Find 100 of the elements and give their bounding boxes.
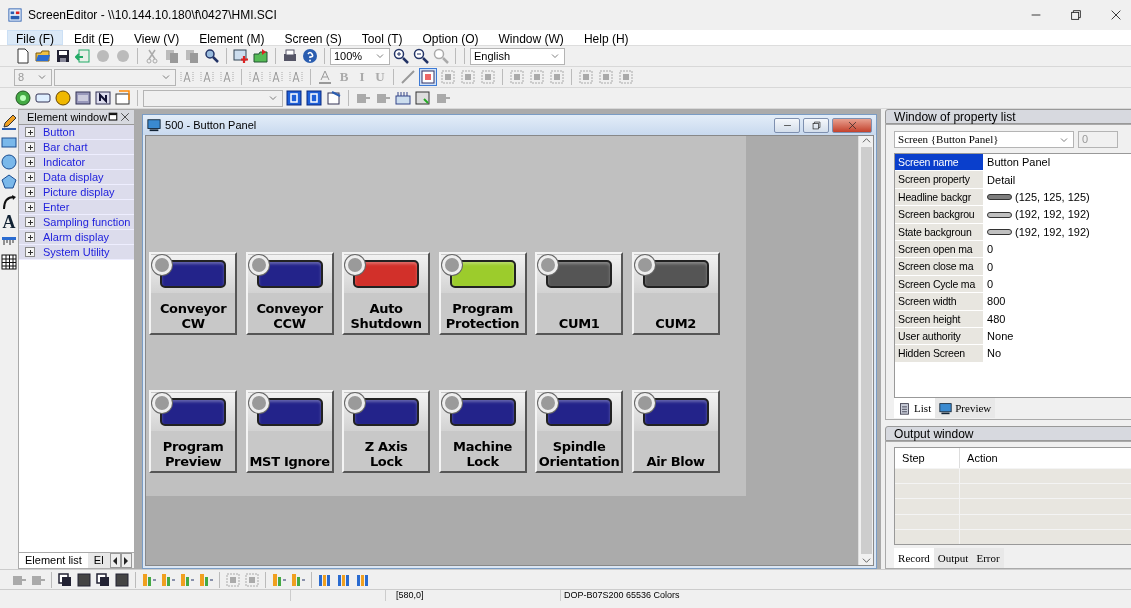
- n-box-icon[interactable]: [95, 90, 111, 106]
- distribute-icon[interactable]: [179, 571, 195, 588]
- zoom-out-icon[interactable]: [413, 48, 429, 64]
- menu-item[interactable]: File (F): [7, 30, 63, 45]
- left-arrow-icon[interactable]: [112, 556, 119, 565]
- tab[interactable]: Preview: [935, 398, 996, 418]
- hmi-button[interactable]: Program Protection: [438, 252, 527, 335]
- property-name[interactable]: Hidden Screen: [895, 345, 984, 363]
- scroll-down-icon[interactable]: [861, 556, 871, 565]
- window-icon[interactable]: [415, 90, 431, 106]
- hmi-button[interactable]: Program Preview: [149, 390, 238, 473]
- expand-icon[interactable]: [25, 202, 35, 212]
- add-screen-icon[interactable]: [233, 48, 249, 64]
- hmi-button[interactable]: Z Axis Lock: [342, 390, 431, 473]
- tree-item[interactable]: Sampling function: [19, 215, 135, 230]
- new-document-icon[interactable]: [15, 48, 31, 64]
- scroll-up-icon[interactable]: [861, 136, 871, 145]
- bit-icon[interactable]: [306, 90, 322, 106]
- layer-icon[interactable]: [57, 571, 73, 588]
- menu-item[interactable]: Screen (S): [275, 30, 351, 45]
- tab[interactable]: Output: [933, 548, 973, 568]
- text-tool[interactable]: A: [2, 213, 16, 231]
- zoom-select[interactable]: 100%: [330, 47, 390, 65]
- rectangle-icon[interactable]: [1, 134, 17, 150]
- distribute-icon[interactable]: [290, 571, 306, 588]
- circle-icon[interactable]: [1, 154, 17, 170]
- layer-icon[interactable]: [114, 571, 130, 588]
- circle-icon[interactable]: [55, 90, 71, 106]
- menu-item[interactable]: Window (W): [489, 30, 573, 45]
- close-icon[interactable]: [846, 119, 858, 131]
- help-icon[interactable]: [302, 48, 318, 64]
- hmi-button[interactable]: MST Ignore: [245, 390, 334, 473]
- menu-item[interactable]: Edit (E): [65, 30, 123, 45]
- expand-icon[interactable]: [25, 217, 35, 227]
- property-name[interactable]: Screen width: [895, 293, 984, 311]
- tab[interactable]: List: [894, 398, 936, 418]
- hmi-button[interactable]: Spindle Orientation: [535, 390, 624, 473]
- bit-icon[interactable]: [286, 90, 302, 106]
- folder-icon[interactable]: [253, 48, 269, 64]
- menu-item[interactable]: View (V): [125, 30, 189, 45]
- tab[interactable]: El: [87, 553, 110, 568]
- tab[interactable]: Error: [972, 548, 1004, 568]
- properties-icon[interactable]: [326, 90, 342, 106]
- distribute-icon[interactable]: [141, 571, 157, 588]
- folder-icon[interactable]: [35, 48, 51, 64]
- bits-icon[interactable]: [395, 90, 411, 106]
- tree-item[interactable]: Bar chart: [19, 140, 135, 155]
- vertical-scrollbar[interactable]: [858, 136, 874, 565]
- expand-icon[interactable]: [25, 247, 35, 257]
- property-name[interactable]: Screen backgrou: [895, 206, 984, 224]
- tree-item[interactable]: Data display: [19, 170, 135, 185]
- frame-icon[interactable]: [420, 69, 436, 85]
- close-icon[interactable]: [119, 111, 132, 123]
- font-color-icon[interactable]: [317, 69, 333, 85]
- line-icon[interactable]: [400, 69, 416, 85]
- tree-item[interactable]: System Utility: [19, 245, 135, 260]
- layer-icon[interactable]: [95, 571, 111, 588]
- expand-icon[interactable]: [25, 187, 35, 197]
- layer-icon[interactable]: [76, 571, 92, 588]
- restore-icon[interactable]: [810, 119, 822, 131]
- hmi-button[interactable]: Auto Shutdown: [342, 252, 431, 335]
- menu-item[interactable]: Element (M): [190, 30, 274, 45]
- pentagon-icon[interactable]: [1, 174, 17, 190]
- hmi-button[interactable]: Machine Lock: [438, 390, 527, 473]
- property-name[interactable]: Screen close ma: [895, 258, 984, 276]
- numeric-icon[interactable]: [75, 90, 91, 106]
- copy-icon[interactable]: [164, 48, 180, 64]
- hmi-button[interactable]: CUM1: [535, 252, 624, 335]
- menu-item[interactable]: Option (O): [413, 30, 488, 45]
- tree-item[interactable]: Button: [19, 125, 135, 140]
- language-select[interactable]: English: [470, 47, 565, 65]
- right-arrow-icon[interactable]: [123, 556, 130, 565]
- hmi-button[interactable]: Conveyor CW: [149, 252, 238, 335]
- button-icon[interactable]: [35, 90, 51, 106]
- expand-icon[interactable]: [25, 142, 35, 152]
- hmi-button[interactable]: Conveyor CCW: [245, 252, 334, 335]
- hmi-button[interactable]: Air Blow: [631, 390, 720, 473]
- menu-item[interactable]: Tool (T): [352, 30, 412, 45]
- distribute-icon[interactable]: [160, 571, 176, 588]
- tree-item[interactable]: Alarm display: [19, 230, 135, 245]
- restore-icon[interactable]: [1069, 8, 1083, 22]
- expand-icon[interactable]: [25, 172, 35, 182]
- table-icon[interactable]: [1, 254, 17, 270]
- target-select[interactable]: Screen {Button Panel}: [894, 131, 1075, 148]
- expand-icon[interactable]: [25, 157, 35, 167]
- distribute-icon[interactable]: [198, 571, 214, 588]
- property-name[interactable]: Screen name: [895, 154, 984, 172]
- expand-icon[interactable]: [25, 232, 35, 242]
- close-icon[interactable]: [1109, 8, 1123, 22]
- search-icon[interactable]: [204, 48, 220, 64]
- hmi-button[interactable]: CUM2: [631, 252, 720, 335]
- tree-item[interactable]: Picture display: [19, 185, 135, 200]
- property-name[interactable]: Screen property: [895, 171, 984, 189]
- tab[interactable]: Element list: [19, 553, 88, 568]
- tree-item[interactable]: Enter: [19, 200, 135, 215]
- expand-icon[interactable]: [25, 127, 35, 137]
- arc-icon[interactable]: [1, 194, 17, 210]
- pencil-icon[interactable]: [1, 114, 17, 130]
- pin-icon[interactable]: [107, 111, 120, 123]
- tab[interactable]: Record: [894, 548, 934, 568]
